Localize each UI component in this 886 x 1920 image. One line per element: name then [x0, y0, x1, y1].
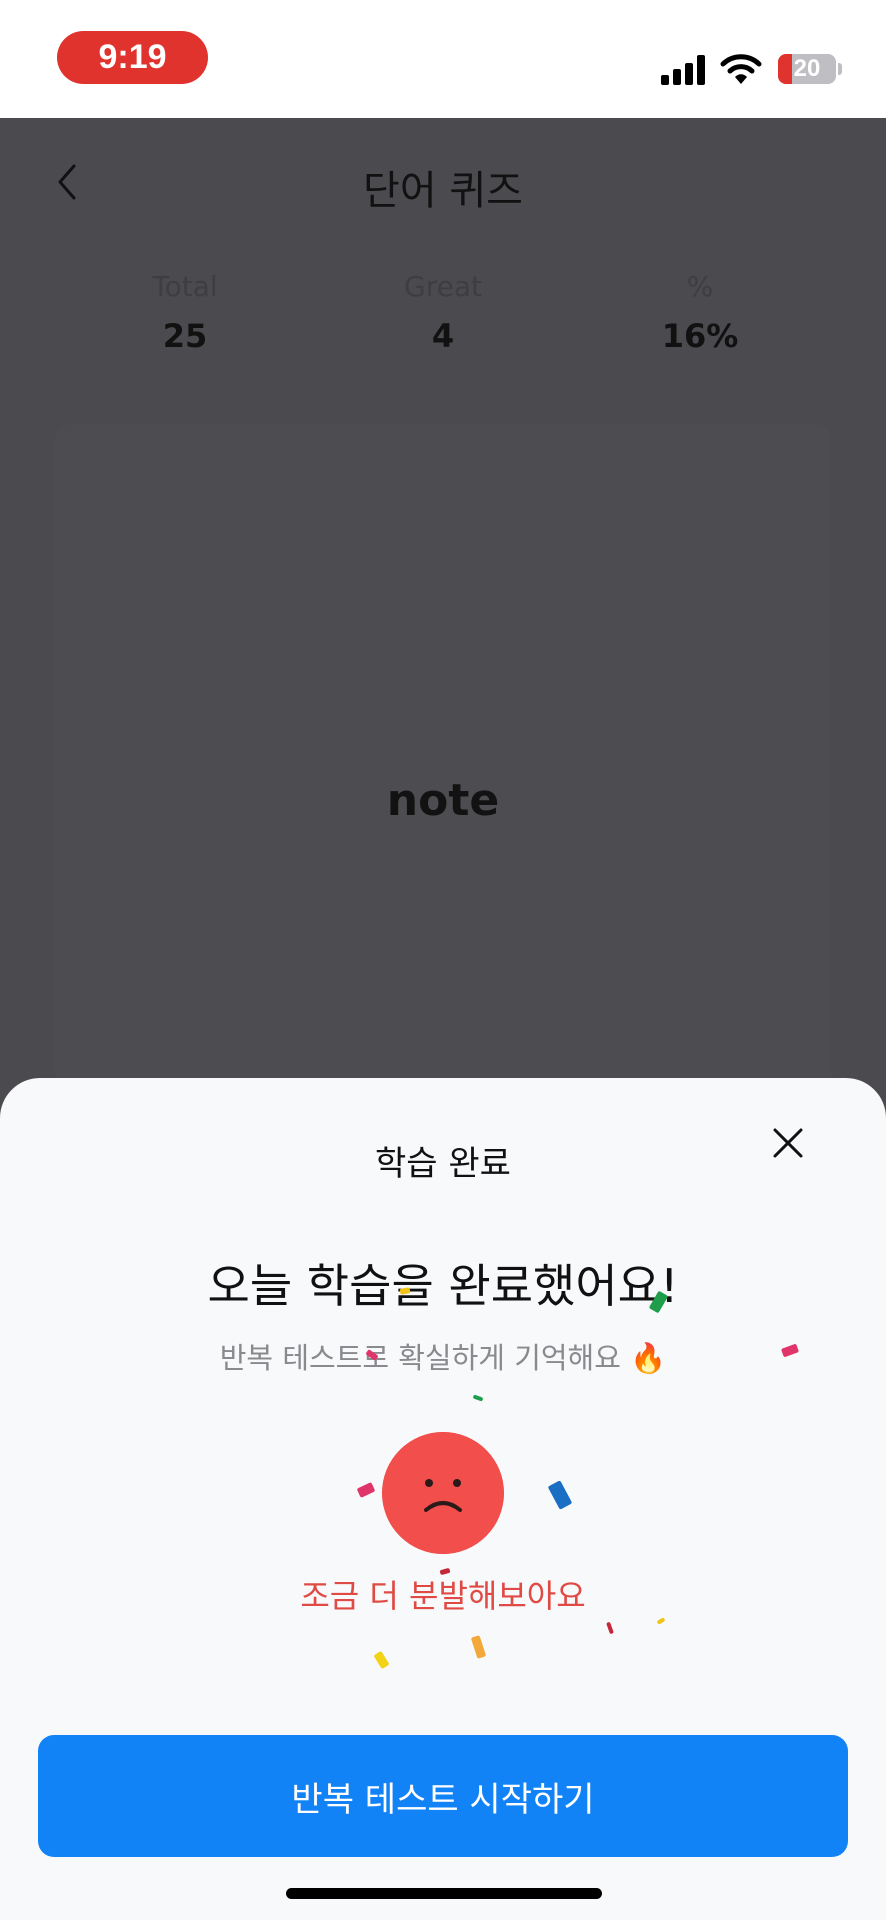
stat-value: 25	[162, 317, 208, 355]
flashcard	[55, 424, 831, 1124]
confetti-piece	[472, 1394, 484, 1402]
battery-percent: 20	[793, 55, 821, 82]
status-bar: 9:19 20	[0, 0, 886, 118]
wifi-icon	[720, 54, 762, 84]
confetti-piece	[547, 1480, 573, 1510]
close-icon[interactable]	[768, 1123, 808, 1163]
confetti-piece	[373, 1650, 390, 1670]
stat-value: 16%	[661, 317, 739, 355]
result-message: 조금 더 분발해보아요	[300, 1577, 586, 1615]
status-time: 9:19	[57, 31, 208, 84]
page-title: 단어 퀴즈	[363, 168, 523, 214]
stat-total: Total 25	[85, 270, 285, 355]
stat-label: %	[686, 270, 714, 303]
stat-label: Great	[404, 270, 482, 303]
stat-great: Great 4	[343, 270, 543, 355]
battery-icon: 20	[778, 54, 836, 84]
confetti-piece	[656, 1617, 666, 1625]
stat-label: Total	[152, 270, 218, 303]
signal-icon	[661, 55, 707, 85]
flashcard-word: note	[386, 775, 500, 826]
stat-value: 4	[431, 317, 455, 355]
completion-headline: 오늘 학습을 완료했어요!	[207, 1259, 679, 1313]
confetti-piece	[606, 1621, 614, 1635]
completion-sheet: 학습 완료 오늘 학습을 완료했어요! 반복 테스트로 확실하게 기억해요 🔥 …	[0, 1078, 886, 1920]
sad-face-icon	[382, 1432, 504, 1554]
sheet-title: 학습 완료	[375, 1144, 511, 1184]
completion-subtitle: 반복 테스트로 확실하게 기억해요 🔥	[219, 1341, 667, 1375]
confetti-piece	[356, 1482, 376, 1498]
stat-percent: % 16%	[600, 270, 800, 355]
start-repeat-test-button[interactable]: 반복 테스트 시작하기	[38, 1735, 848, 1857]
confetti-piece	[470, 1635, 487, 1659]
home-indicator[interactable]	[286, 1888, 602, 1899]
